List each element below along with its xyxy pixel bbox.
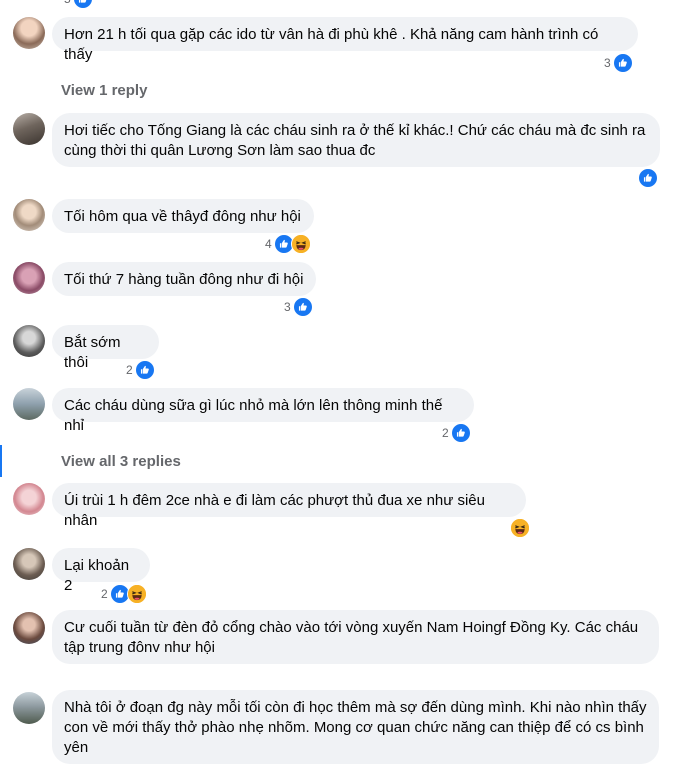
like-icon	[612, 53, 633, 73]
comment-text: Bắt sớm thôi	[64, 334, 121, 371]
comment-bubble: Cư cuối tuần từ đèn đỏ cổng chào vào tới…	[52, 610, 659, 664]
reaction-count: 3	[604, 56, 611, 70]
comment-bubble: Úi trùi 1 h đêm 2ce nhà e đi làm các phư…	[52, 483, 526, 529]
avatar[interactable]	[13, 17, 45, 49]
thread-indicator	[0, 445, 2, 477]
like-icon	[292, 297, 313, 317]
reaction-count: 2	[126, 363, 133, 377]
reaction-count: 4	[265, 237, 272, 251]
avatar[interactable]	[13, 388, 45, 420]
reaction-summary[interactable]: 2	[122, 360, 156, 380]
avatar[interactable]	[13, 113, 45, 145]
reaction-summary[interactable]: 4	[261, 234, 312, 254]
avatar[interactable]	[13, 692, 45, 724]
haha-icon	[510, 518, 530, 538]
view-replies-link[interactable]: View 1 reply	[61, 82, 147, 99]
comment-text: Cư cuối tuần từ đèn đỏ cổng chào vào tới…	[64, 619, 639, 656]
haha-icon	[290, 234, 311, 254]
haha-icon	[126, 584, 147, 604]
comment-text: Úi trùi 1 h đêm 2ce nhà e đi làm các phư…	[64, 492, 485, 529]
comment-bubble: Lại khoản 2	[52, 548, 150, 594]
comment-bubble: Hơn 21 h tối qua gặp các ido từ vân hà đ…	[52, 17, 638, 63]
comment-text: Tối thứ 7 hàng tuần đông như đi hội	[64, 271, 304, 288]
reaction-summary[interactable]: 2	[438, 423, 472, 443]
reaction-summary[interactable]: 2	[97, 584, 148, 604]
comment-text: Hơn 21 h tối qua gặp các ido từ vân hà đ…	[64, 26, 599, 63]
reaction-summary[interactable]: 3	[600, 53, 634, 73]
comment-bubble: Các cháu dùng sữa gì lúc nhỏ mà lớn lên …	[52, 388, 474, 434]
reaction-summary[interactable]: 3	[280, 297, 314, 317]
reaction-count: 2	[442, 426, 449, 440]
reaction-summary-top[interactable]: 5	[60, 0, 94, 9]
avatar[interactable]	[13, 325, 45, 357]
avatar[interactable]	[13, 548, 45, 580]
reaction-count: 2	[101, 587, 108, 601]
comment-text: Nhà tôi ở đoạn đg này mỗi tối còn đi học…	[64, 699, 647, 756]
view-replies-link[interactable]: View all 3 replies	[61, 453, 181, 470]
comment-text: Hơi tiếc cho Tống Giang là các cháu sinh…	[64, 122, 646, 159]
reaction-summary[interactable]	[504, 518, 531, 538]
reaction-summary[interactable]	[634, 168, 659, 188]
like-icon	[72, 0, 93, 9]
like-icon	[638, 168, 658, 188]
avatar[interactable]	[13, 483, 45, 515]
reaction-count: 3	[284, 300, 291, 314]
avatar[interactable]	[13, 262, 45, 294]
like-icon	[450, 423, 471, 443]
comment-text: Các cháu dùng sữa gì lúc nhỏ mà lớn lên …	[64, 397, 443, 434]
comment-bubble: Nhà tôi ở đoạn đg này mỗi tối còn đi học…	[52, 690, 659, 764]
comment-bubble: Bắt sớm thôi	[52, 325, 159, 371]
comment-text: Tối hôm qua về thâyđ đông như hội	[64, 208, 301, 225]
avatar[interactable]	[13, 612, 45, 644]
comment-bubble: Hơi tiếc cho Tống Giang là các cháu sinh…	[52, 113, 660, 167]
reaction-count: 5	[64, 0, 71, 6]
comment-bubble: Tối hôm qua về thâyđ đông như hội	[52, 199, 314, 233]
avatar[interactable]	[13, 199, 45, 231]
like-icon	[134, 360, 155, 380]
comment-bubble: Tối thứ 7 hàng tuần đông như đi hội	[52, 262, 316, 296]
